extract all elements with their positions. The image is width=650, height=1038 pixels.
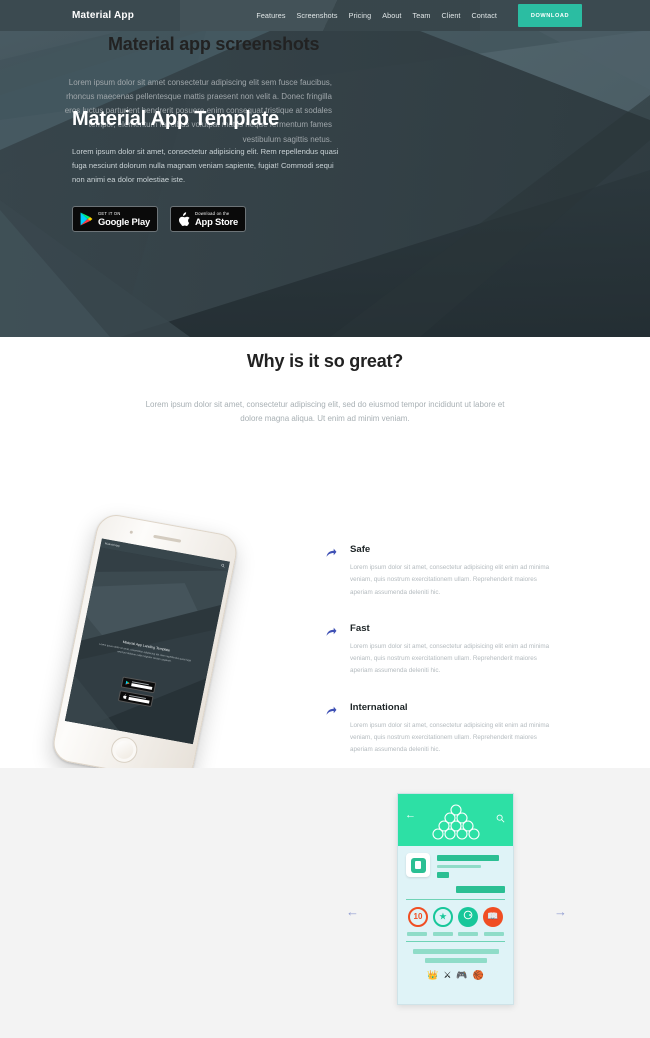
screenshots-title: Material app screenshots [108,34,320,54]
app-mockup-footer-lines [406,949,505,964]
search-icon [221,563,225,568]
hero-content: Material App Template Lorem ipsum dolor … [72,108,372,233]
phone-home-button [108,734,140,765]
badge-small-text: Download on the [194,210,230,216]
share-arrow-icon [326,702,339,757]
app-mockup-icon-captions [406,931,505,936]
phone-device: Material App Material App Landing Templa… [50,511,240,785]
app-mockup-body: 10 ★ ⚆ 📖 👑 ⚔ 🎮 🏀 [398,846,513,981]
search-icon[interactable] [496,810,505,828]
star-icon: ★ [433,906,453,927]
badge-big-text: Google Play [98,216,150,228]
app-mockup-icon-row: 10 ★ ⚆ 📖 [406,906,505,927]
basketball-icon: 🏀 [472,970,484,981]
google-play-icon [80,212,93,226]
feature-title: Fast [350,622,370,634]
app-screenshot-mockup: ← 10 ★ ⚆ 📖 👑 ⚔ 🎮 🏀 [397,793,514,1005]
phone-app-title: Material App [104,542,121,548]
feature-title: Safe [350,544,371,555]
arrow-left-icon[interactable]: ← [405,810,416,821]
store-badges: GET IT ON Google Play Download on the Ap… [72,206,372,233]
dribbble-icon: ⚆ [458,906,478,927]
divider [406,940,505,943]
nav-link-about[interactable]: About [382,11,401,20]
app-icon [406,853,430,877]
nav-link-features[interactable]: Features [256,11,285,20]
nav-link-screenshots[interactable]: Screenshots [297,11,338,20]
download-button[interactable]: DOWNLOAD [518,4,582,27]
features-section-lead: Lorem ipsum dolor sit amet, consectetur … [145,400,505,423]
feature-item-fast: Fast Lorem ipsum dolor sit amet, consect… [326,623,558,678]
app-mockup-emoji-row: 👑 ⚔ 🎮 🏀 [406,970,505,981]
hero-title: Material App Template [72,108,279,130]
feature-desc: Lorem ipsum dolor sit amet, consectetur … [350,642,550,675]
carousel-next-button[interactable]: → [554,904,567,919]
app-mockup-header: ← [398,794,513,846]
circles-pyramid-logo [431,804,480,840]
nav-links: Features Screenshots Pricing About Team … [256,4,650,27]
app-store-badge[interactable]: Download on the App Store [169,206,246,233]
hero-subtitle: Lorem ipsum dolor sit amet, consectetur … [72,147,339,185]
badge-big-text: App Store [194,216,238,228]
apple-icon [122,694,127,699]
share-arrow-icon [326,623,339,678]
google-play-badge[interactable]: GET IT ON Google Play [72,206,158,233]
hero-section: Material App Template Lorem ipsum dolor … [0,0,650,337]
app-mockup-action-bar [406,885,505,893]
phone-camera-icon [129,530,134,535]
crown-icon: 👑 [427,970,439,981]
features-section: Why is it so great? Lorem ipsum dolor si… [0,337,650,832]
feature-title: International [350,701,408,713]
badge-small-text: GET IT ON [98,210,121,216]
features-section-title: Why is it so great? [246,351,404,371]
apple-icon [178,211,190,226]
app-mockup-profile-row [406,853,505,878]
share-arrow-icon [326,544,339,599]
screenshots-section [0,768,650,1038]
feature-desc: Lorem ipsum dolor sit amet, consectetur … [350,721,550,754]
navbar: Material App Features Screenshots Pricin… [0,0,650,31]
google-play-icon [124,680,129,685]
nav-link-team[interactable]: Team [413,11,431,20]
phone-screen: Material App Material App Landing Templa… [64,538,230,745]
gamepad-icon: 🎮 [456,970,468,981]
feature-desc: Lorem ipsum dolor sit amet, consectetur … [350,564,550,596]
feature-item-international: International Lorem ipsum dolor sit amet… [326,702,558,757]
feature-item-safe: Safe Lorem ipsum dolor sit amet, consect… [326,544,558,599]
badge-10-icon: 10 [408,906,428,927]
nav-link-contact[interactable]: Contact [472,11,497,20]
divider [406,898,505,900]
brand-logo[interactable]: Material App [72,10,134,21]
phone-speaker [153,534,182,543]
book-icon: 📖 [483,906,503,927]
swords-icon: ⚔ [443,970,452,981]
nav-link-pricing[interactable]: Pricing [349,11,372,20]
carousel-prev-button[interactable]: ← [346,904,359,919]
app-mockup-text-lines [437,853,499,878]
nav-link-client[interactable]: Client [442,11,461,20]
